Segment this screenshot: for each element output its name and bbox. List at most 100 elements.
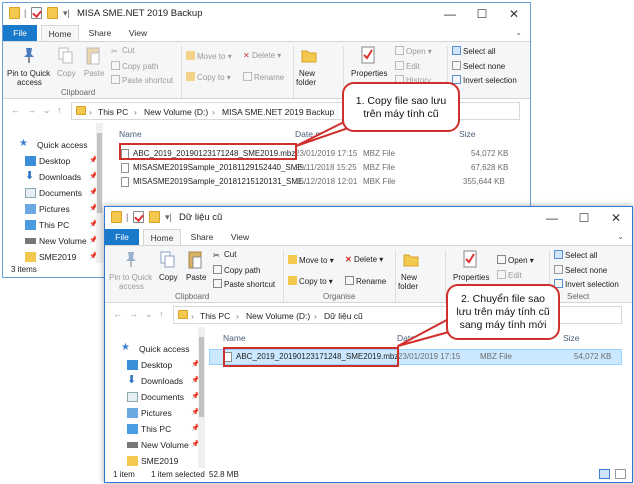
pin-icon[interactable] (21, 46, 37, 64)
close-button[interactable]: ✕ (600, 207, 632, 229)
column-size[interactable]: Size (563, 333, 580, 343)
tab-file[interactable]: File (105, 229, 139, 245)
tab-home[interactable]: Home (41, 25, 79, 42)
nav-pictures[interactable]: Pictures 📌 (105, 405, 205, 421)
quick-access-dropdown-icon[interactable]: ▾| (165, 212, 172, 223)
quick-access-dropdown-icon[interactable]: ▾| (63, 8, 70, 19)
recent-locations-icon[interactable]: ⌄ (43, 105, 51, 116)
edit-button[interactable]: Edit (497, 270, 522, 280)
ribbon-collapse-icon[interactable]: ⌄ (617, 232, 624, 241)
copy-path-button[interactable]: Copy path (111, 61, 158, 71)
column-date[interactable]: Date m (295, 129, 322, 139)
paste-shortcut-button[interactable]: Paste shortcut (111, 75, 173, 85)
breadcrumb-this-pc[interactable]: This PC (200, 311, 230, 321)
edit-button[interactable]: Edit (395, 61, 420, 71)
breadcrumb-folder[interactable]: MISA SME.NET 2019 Backup (222, 107, 334, 117)
tab-view[interactable]: View (223, 229, 257, 245)
pin-icon[interactable] (123, 250, 139, 268)
select-all-button[interactable]: Select all (452, 46, 495, 56)
nav-scrollbar[interactable] (198, 327, 205, 468)
select-all-button[interactable]: Select all (554, 250, 597, 260)
nav-documents[interactable]: Documents 📌 (105, 389, 205, 405)
invert-selection-button[interactable]: Invert selection (554, 279, 619, 289)
properties-icon[interactable] (360, 45, 376, 65)
new-folder-label-2[interactable]: folder (296, 78, 316, 87)
maximize-button[interactable]: ☐ (466, 3, 498, 25)
rename-button[interactable]: Rename (243, 72, 284, 82)
tab-share[interactable]: Share (185, 229, 219, 245)
properties-button[interactable]: Properties (453, 273, 489, 282)
breadcrumb-folder[interactable]: Dữ liệu cũ (324, 311, 363, 321)
nav-downloads[interactable]: ⬇ Downloads 📌 (105, 373, 205, 389)
nav-scrollbar[interactable] (96, 123, 103, 263)
maximize-button[interactable]: ☐ (568, 207, 600, 229)
pin-quick-access-label-2[interactable]: access (119, 282, 144, 291)
back-arrow-icon[interactable]: ← (11, 105, 20, 115)
nav-downloads[interactable]: ⬇ Downloads 📌 (3, 169, 103, 185)
new-folder-label-2[interactable]: folder (398, 282, 418, 291)
select-none-button[interactable]: Select none (452, 61, 505, 71)
properties-button[interactable]: Properties (351, 69, 387, 78)
minimize-button[interactable]: — (536, 207, 568, 229)
nav-desktop[interactable]: Desktop 📌 (3, 153, 103, 169)
cut-button[interactable]: ✂ Cut (111, 46, 134, 56)
properties-icon[interactable] (133, 211, 144, 223)
breadcrumb-this-pc[interactable]: This PC (98, 107, 128, 117)
breadcrumb-volume[interactable]: New Volume (D:) (144, 107, 208, 117)
invert-selection-button[interactable]: Invert selection (452, 75, 517, 85)
pin-quick-access-label[interactable]: Pin to Quick (109, 273, 152, 282)
column-date[interactable]: Date (397, 333, 415, 343)
nav-pictures[interactable]: Pictures 📌 (3, 201, 103, 217)
cut-button[interactable]: ✂ Cut (213, 250, 236, 260)
new-folder-label[interactable]: New (299, 69, 315, 78)
nav-quick-access[interactable]: ★ Quick access (3, 137, 103, 153)
nav-new-volume[interactable]: New Volume 📌 (105, 437, 205, 453)
new-folder-icon[interactable] (149, 211, 160, 223)
nav-documents[interactable]: Documents 📌 (3, 185, 103, 201)
copy-button[interactable]: Copy (57, 69, 76, 78)
rename-button[interactable]: Rename (345, 276, 386, 286)
nav-quick-access[interactable]: ★ Quick access (105, 341, 205, 357)
tab-home[interactable]: Home (143, 229, 181, 246)
pin-quick-access-label-2[interactable]: access (17, 78, 42, 87)
column-size[interactable]: Size (459, 129, 476, 139)
select-none-button[interactable]: Select none (554, 265, 607, 275)
new-folder-icon[interactable] (47, 7, 58, 19)
forward-arrow-icon[interactable]: → (129, 309, 138, 319)
back-arrow-icon[interactable]: ← (113, 309, 122, 319)
minimize-button[interactable]: — (434, 3, 466, 25)
column-name[interactable]: Name (223, 333, 246, 343)
tab-file[interactable]: File (3, 25, 37, 41)
tab-share[interactable]: Share (83, 25, 117, 41)
properties-icon[interactable] (462, 249, 478, 269)
copy-path-button[interactable]: Copy path (213, 265, 260, 275)
paste-shortcut-button[interactable]: Paste shortcut (213, 279, 275, 289)
nav-desktop[interactable]: Desktop 📌 (105, 357, 205, 373)
copy-icon[interactable] (58, 47, 74, 65)
move-to-button[interactable]: Move to ▾ (288, 255, 334, 265)
properties-icon[interactable] (31, 7, 42, 19)
paste-icon[interactable] (85, 46, 101, 66)
nav-sme2019[interactable]: SME2019 (105, 453, 205, 469)
new-folder-icon[interactable] (301, 46, 317, 64)
nav-new-volume[interactable]: New Volume 📌 (3, 233, 103, 249)
pin-quick-access-label[interactable]: Pin to Quick (7, 69, 50, 78)
close-button[interactable]: ✕ (498, 3, 530, 25)
copy-to-button[interactable]: Copy to ▾ (288, 276, 333, 286)
tab-view[interactable]: View (121, 25, 155, 41)
up-arrow-icon[interactable]: ↑ (159, 309, 164, 319)
open-button[interactable]: Open ▾ (395, 46, 432, 56)
up-arrow-icon[interactable]: ↑ (57, 105, 62, 115)
breadcrumb-volume[interactable]: New Volume (D:) (246, 311, 310, 321)
new-folder-icon[interactable] (403, 250, 419, 268)
paste-button[interactable]: Paste (186, 273, 206, 282)
ribbon-collapse-icon[interactable]: ⌄ (515, 28, 522, 37)
nav-this-pc[interactable]: This PC 📌 (105, 421, 205, 437)
recent-locations-icon[interactable]: ⌄ (145, 309, 153, 320)
open-button[interactable]: Open ▾ (497, 255, 534, 265)
forward-arrow-icon[interactable]: → (27, 105, 36, 115)
column-name[interactable]: Name (119, 129, 142, 139)
copy-icon[interactable] (160, 251, 176, 269)
paste-button[interactable]: Paste (84, 69, 104, 78)
file-row[interactable]: MISASME2019Sample_20181215120131_SME... … (107, 175, 520, 189)
